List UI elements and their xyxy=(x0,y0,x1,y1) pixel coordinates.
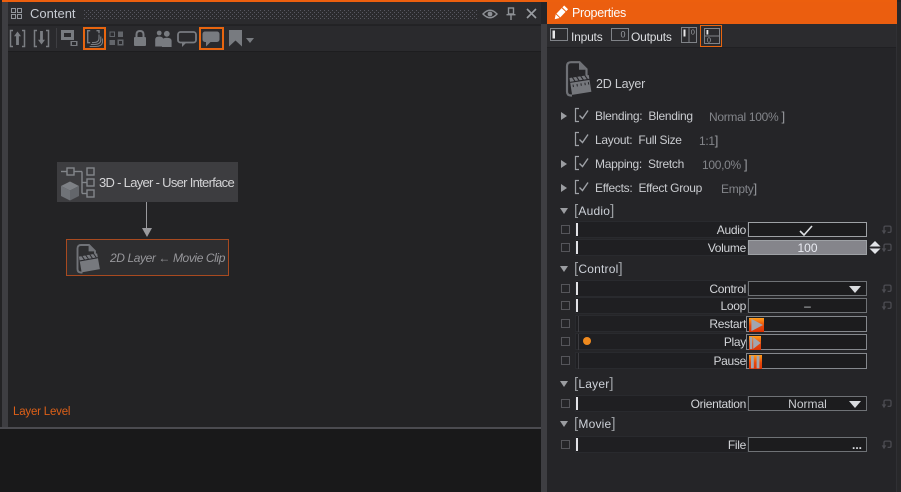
svg-text:0: 0 xyxy=(691,28,695,37)
svg-text:0: 0 xyxy=(620,30,625,40)
svg-text:0: 0 xyxy=(707,36,711,45)
